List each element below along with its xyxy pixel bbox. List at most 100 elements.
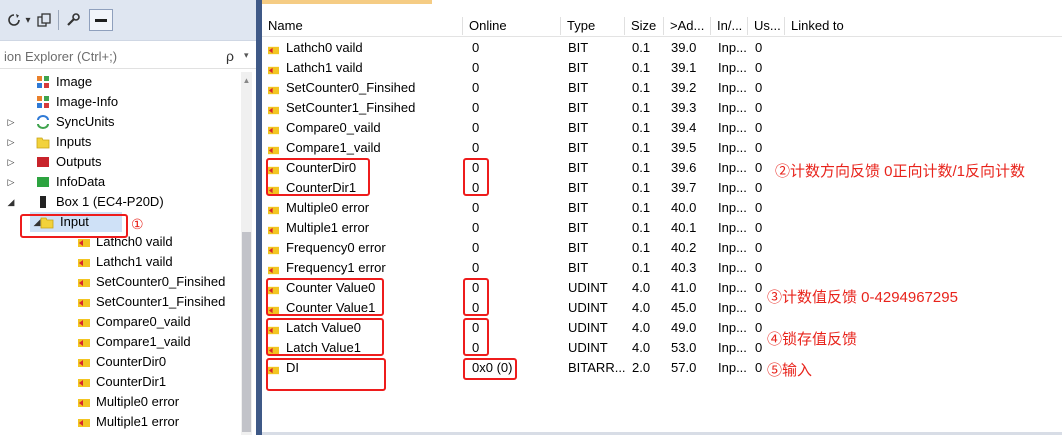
tree-node[interactable]: Multiple0 error [0, 392, 240, 412]
cell-online: 0 [472, 120, 480, 135]
search-input[interactable]: ion Explorer (Ctrl+;) ρ ▾ [0, 46, 258, 69]
cell-size: 0.1 [632, 140, 651, 155]
table-row[interactable]: Frequency0 error 0 BIT 0.1 40.2 Inp... 0 [262, 238, 1062, 258]
annotation-box-latchvalue-names [266, 318, 384, 356]
grid-header-row: Name Online Type Size >Ad... In/... Us..… [262, 14, 1062, 37]
col-header-user[interactable]: Us... [747, 17, 784, 35]
image-icon [36, 75, 50, 89]
tree-node[interactable]: SetCounter0_Finsihed [0, 272, 240, 292]
cell-user: 0 [755, 360, 763, 375]
table-row[interactable]: Compare1_vaild 0 BIT 0.1 39.5 Inp... 0 [262, 138, 1062, 158]
col-header-online[interactable]: Online [462, 17, 559, 35]
cell-user: 0 [755, 340, 763, 355]
cell-size: 0.1 [632, 240, 651, 255]
table-row[interactable]: Lathch1 vaild 0 BIT 0.1 39.1 Inp... 0 [262, 58, 1062, 78]
col-header-inout[interactable]: In/... [710, 17, 747, 35]
search-icon[interactable]: ρ [226, 48, 234, 64]
expand-icon[interactable]: ▷ [6, 132, 16, 152]
cell-address: 39.4 [671, 120, 697, 135]
tree-node[interactable]: ▷ Inputs [0, 132, 240, 152]
tree-node[interactable]: CounterDir0 [0, 352, 240, 372]
tree-node[interactable]: Compare0_vaild [0, 312, 240, 332]
cell-user: 0 [755, 40, 763, 55]
table-row[interactable]: Frequency1 error 0 BIT 0.1 40.3 Inp... 0 [262, 258, 1062, 278]
expand-icon[interactable]: ▷ [6, 152, 16, 172]
col-header-type[interactable]: Type [560, 17, 622, 35]
search-placeholder: ion Explorer (Ctrl+;) [4, 49, 118, 64]
cell-inout: Inp... [718, 260, 747, 275]
annotation-box-di-name [266, 358, 386, 391]
folder-icon [36, 135, 50, 149]
cell-size: 4.0 [632, 280, 651, 295]
tree-node[interactable]: Image [0, 72, 240, 92]
table-row[interactable]: Multiple0 error 0 BIT 0.1 40.0 Inp... 0 [262, 198, 1062, 218]
cell-address: 41.0 [671, 280, 697, 295]
tree-node[interactable]: ▷ InfoData [0, 172, 240, 192]
tree-node[interactable]: ▷ Outputs [0, 152, 240, 172]
annotation-box-input [20, 214, 128, 238]
wrench-icon[interactable] [65, 11, 81, 29]
cell-user: 0 [755, 120, 763, 135]
cell-online: 0 [472, 140, 480, 155]
cell-type: BIT [568, 140, 589, 155]
cell-address: 39.3 [671, 100, 697, 115]
toolbar-separator [58, 10, 59, 30]
collapse-all-icon[interactable] [89, 9, 113, 31]
table-row[interactable]: Multiple1 error 0 BIT 0.1 40.1 Inp... 0 [262, 218, 1062, 238]
table-row[interactable]: SetCounter1_Finsihed 0 BIT 0.1 39.3 Inp... 0 [262, 98, 1062, 118]
tree-node[interactable]: ◢ Box 1 (EC4-P20D) [0, 192, 240, 212]
cell-size: 0.1 [632, 160, 651, 175]
table-row[interactable]: Lathch0 vaild 0 BIT 0.1 39.0 Inp... 0 [262, 38, 1062, 58]
cell-address: 39.2 [671, 80, 697, 95]
tree-node[interactable]: SetCounter1_Finsihed [0, 292, 240, 312]
expand-icon[interactable]: ▷ [6, 172, 16, 192]
cell-user: 0 [755, 280, 763, 295]
col-header-size[interactable]: Size [624, 17, 661, 35]
dropdown-caret-icon[interactable]: ▾ [23, 11, 33, 29]
cell-type: BIT [568, 60, 589, 75]
table-row[interactable]: Compare0_vaild 0 BIT 0.1 39.4 Inp... 0 [262, 118, 1062, 138]
scrollbar-thumb[interactable] [242, 232, 251, 432]
tree-node[interactable]: Multiple1 error [0, 412, 240, 432]
copy-window-icon[interactable] [36, 11, 52, 29]
expand-icon[interactable]: ▷ [6, 112, 16, 132]
collapse-icon[interactable]: ◢ [6, 192, 16, 212]
tree-node[interactable]: ▷ SyncUnits [0, 112, 240, 132]
cell-size: 0.1 [632, 220, 651, 235]
tree-node[interactable]: Compare1_vaild [0, 332, 240, 352]
tree-node[interactable]: CounterDir1 [0, 372, 240, 392]
search-options-caret-icon[interactable]: ▾ [244, 50, 249, 61]
refresh-icon[interactable] [6, 11, 22, 29]
cell-online: 0 [472, 240, 480, 255]
tree-node-label: SyncUnits [56, 114, 115, 129]
input-variable-icon [268, 262, 279, 275]
cell-inout: Inp... [718, 280, 747, 295]
cell-size: 0.1 [632, 80, 651, 95]
annotation-box-latchvalue-values [463, 318, 489, 356]
cell-user: 0 [755, 160, 763, 175]
scroll-up-icon[interactable]: ▲ [241, 76, 252, 85]
table-row[interactable]: CounterDir1 0 BIT 0.1 39.7 Inp... 0 [262, 178, 1062, 198]
cell-type: UDINT [568, 320, 608, 335]
input-variable-icon [268, 142, 279, 155]
tree-node-label: Inputs [56, 134, 92, 149]
tree-node-label: Multiple1 error [96, 414, 180, 429]
input-variable-icon [78, 395, 92, 409]
cell-address: 40.1 [671, 220, 697, 235]
cell-name: Lathch0 vaild [286, 40, 363, 55]
tree-scrollbar[interactable]: ▲ [241, 72, 252, 435]
col-header-name[interactable]: Name [262, 17, 458, 35]
cell-name: Frequency1 error [286, 260, 386, 275]
input-variable-icon [268, 62, 279, 75]
col-header-address[interactable]: >Ad... [663, 17, 710, 35]
table-row[interactable]: SetCounter0_Finsihed 0 BIT 0.1 39.2 Inp... 0 [262, 78, 1062, 98]
cell-online: 0 [472, 100, 480, 115]
tree-node[interactable]: Lathch1 vaild [0, 252, 240, 272]
input-variable-icon [268, 242, 279, 255]
sync-icon [36, 115, 50, 129]
annotation-box-di-value [463, 358, 517, 380]
cell-online: 0 [472, 60, 480, 75]
tree-node[interactable]: Image-Info [0, 92, 240, 112]
col-header-linked-to[interactable]: Linked to [784, 17, 891, 35]
cell-name: Multiple1 error [286, 220, 370, 235]
